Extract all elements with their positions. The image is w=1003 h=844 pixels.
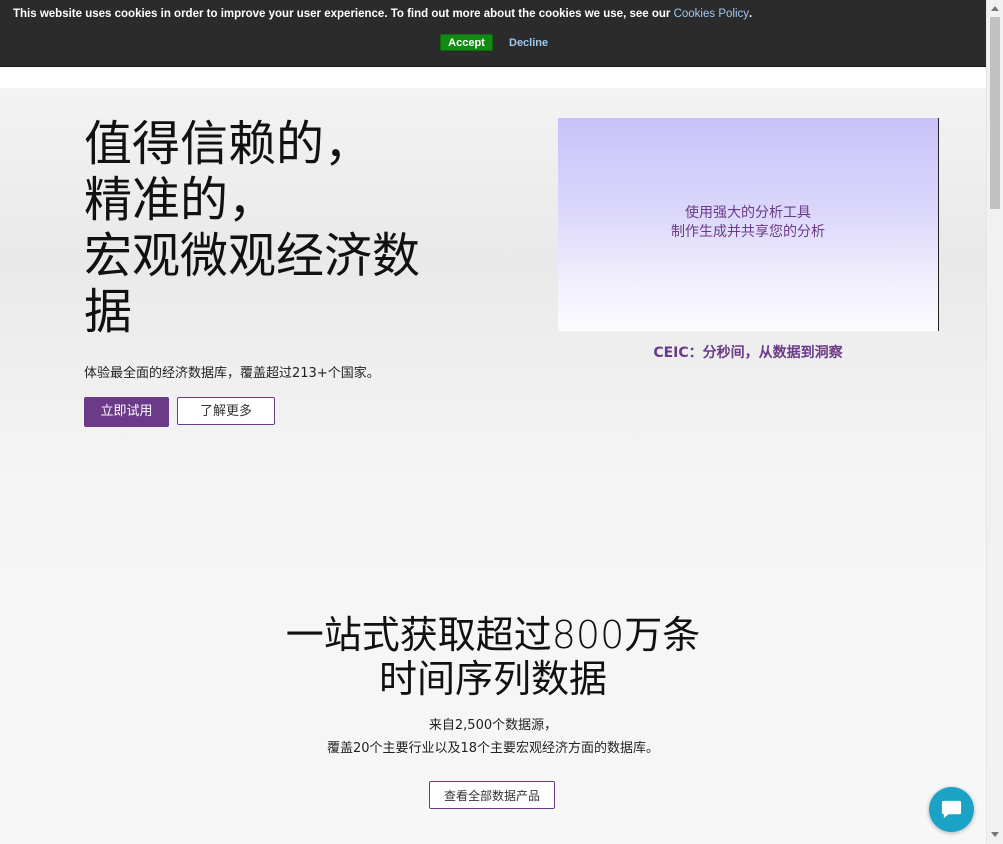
cookie-message-period: .: [749, 8, 753, 20]
scrollbar-thumb[interactable]: [990, 17, 1000, 209]
hero-title-line: 宏观微观经济数: [84, 228, 421, 284]
scroll-down-arrow-icon[interactable]: [991, 832, 999, 837]
section-title-line: 时间序列数据: [378, 657, 607, 701]
hero-title-line: 据: [84, 284, 133, 340]
vertical-scrollbar[interactable]: [986, 0, 1003, 844]
section-description: 来自2,500个数据源， 覆盖20个主要行业以及18个主要宏观经济方面的数据库。: [243, 714, 743, 760]
free-trial-button[interactable]: 立即试用: [84, 397, 169, 427]
video-caption: 使用强大的分析工具 制作生成并共享您的分析: [558, 204, 938, 242]
hero-subtitle: 体验最全面的经济数据库，覆盖超过213+个国家。: [84, 366, 380, 381]
video-caption-line: 制作生成并共享您的分析: [671, 224, 825, 240]
section-description-line: 来自2,500个数据源，: [428, 718, 558, 733]
section-description-line: 覆盖20个主要行业以及18个主要宏观经济方面的数据库。: [326, 741, 660, 756]
section-title: 一站式获取超过800万条 时间序列数据: [243, 613, 743, 701]
scroll-up-arrow-icon[interactable]: [991, 6, 999, 11]
view-all-products-button[interactable]: 查看全部数据产品: [429, 781, 555, 809]
cookie-message-text: This website uses cookies in order to im…: [13, 8, 674, 20]
cookie-message: This website uses cookies in order to im…: [13, 8, 752, 20]
chat-bubble-icon: [941, 800, 962, 819]
video-player[interactable]: 使用强大的分析工具 制作生成并共享您的分析: [558, 118, 939, 331]
video-tagline: CEIC：分秒间，从数据到洞察: [653, 345, 843, 361]
section-title-line: 一站式获取超过800万条: [285, 613, 701, 657]
hero-title: 值得信赖的， 精准的， 宏观微观经济数 据: [84, 116, 464, 340]
chat-widget-button[interactable]: [929, 787, 974, 832]
browser-viewport: This website uses cookies in order to im…: [0, 0, 1003, 844]
video-caption-line: 使用强大的分析工具: [685, 205, 811, 221]
hero-title-line: 精准的，: [84, 172, 277, 228]
cookie-banner: This website uses cookies in order to im…: [0, 0, 986, 67]
hero-title-line: 值得信赖的，: [84, 116, 373, 172]
decline-cookies-link[interactable]: Decline: [509, 37, 548, 49]
learn-more-button[interactable]: 了解更多: [177, 397, 275, 425]
cookies-policy-link[interactable]: Cookies Policy: [674, 8, 749, 20]
accept-cookies-button[interactable]: Accept: [440, 34, 493, 51]
